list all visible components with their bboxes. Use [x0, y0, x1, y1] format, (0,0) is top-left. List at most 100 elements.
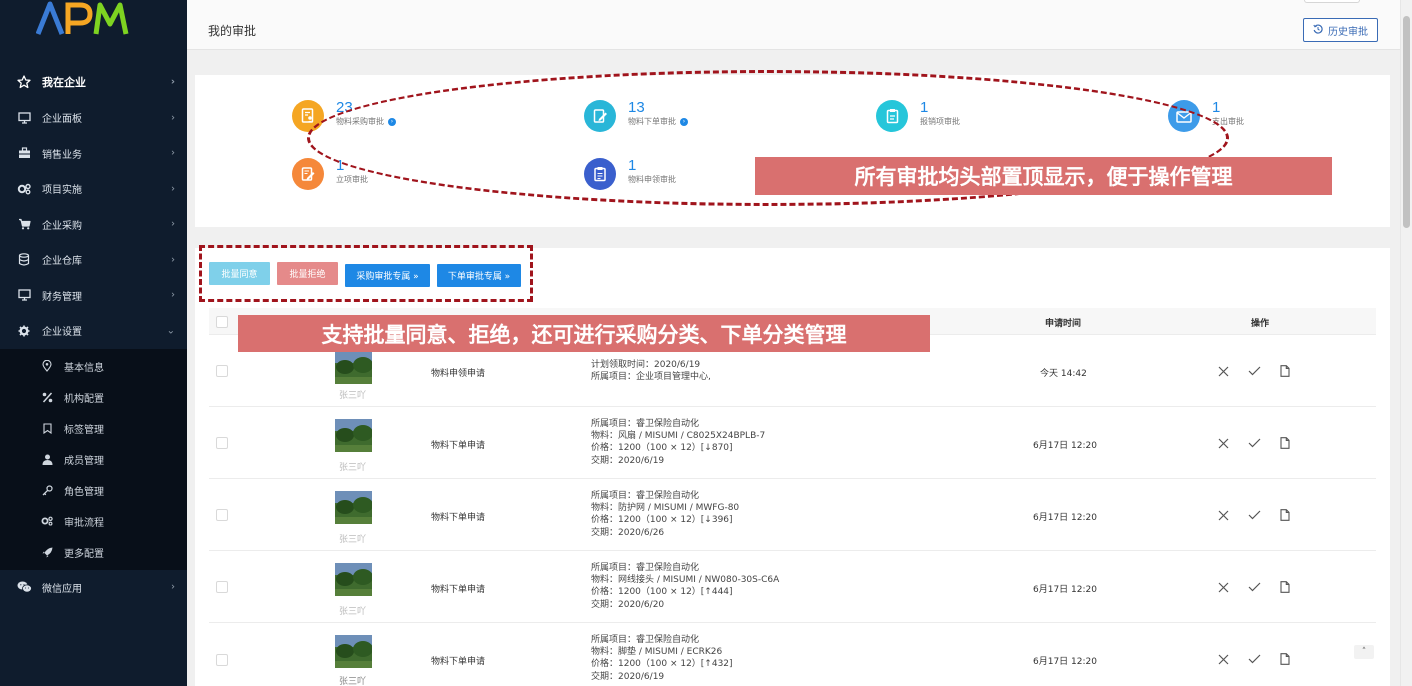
row-time: 6月17日 12:20 [1033, 657, 1097, 667]
submenu-item-label: 更多配置 [64, 548, 104, 560]
row-detail-line: 所属项目：睿卫保险自动化 [591, 563, 700, 573]
chevron-down-icon: ⌄ [166, 325, 175, 337]
row-checkbox[interactable] [216, 581, 228, 593]
row-detail-line: 价格：1200（100 × 12）[↓396] [591, 515, 733, 526]
detail-document-icon[interactable] [1278, 580, 1292, 594]
row-user-name: 张三吖 [339, 677, 367, 686]
avatar [335, 635, 372, 668]
row-type: 物料申领申请 [431, 369, 486, 379]
sidebar-item-sales[interactable]: 销售业务 › [0, 136, 187, 172]
row-checkbox[interactable] [216, 365, 228, 377]
approve-icon[interactable] [1247, 580, 1261, 594]
sidebar-item-dashboard[interactable]: 企业面板 › [0, 100, 187, 136]
back-to-top-button[interactable]: ˄ [1354, 645, 1374, 659]
page-scrollbar[interactable] [1400, 0, 1412, 686]
sidebar-item-label: 微信应用 [42, 583, 82, 595]
monitor-icon [16, 110, 32, 126]
history-button-label: 历史审批 [1328, 26, 1368, 38]
apm-logo-icon [36, 1, 129, 35]
table-row: 张三吖 物料下单申请 所属项目：睿卫保险自动化 物料：防护网 / MISUMI … [209, 479, 1376, 551]
reject-icon[interactable] [1216, 508, 1230, 522]
approve-icon[interactable] [1247, 436, 1261, 450]
reject-icon[interactable] [1216, 364, 1230, 378]
row-detail-line: 所属项目：睿卫保险自动化 [591, 491, 700, 501]
annotation-callout-top: 所有审批均头部置顶显示，便于操作管理 [755, 157, 1332, 195]
bookmark-icon [41, 422, 53, 434]
sidebar-item-label: 项目实施 [42, 185, 82, 197]
row-user-name: 张三吖 [339, 535, 367, 545]
chevron-right-icon: › [171, 254, 175, 266]
submenu-item-more-config[interactable]: 更多配置 [0, 537, 187, 568]
detail-document-icon[interactable] [1278, 508, 1292, 522]
chevron-right-icon: › [171, 218, 175, 230]
submenu-item-approval-flow[interactable]: 审批流程 [0, 506, 187, 537]
avatar [335, 351, 372, 384]
database-icon [16, 252, 32, 268]
submenu-item-roles[interactable]: 角色管理 [0, 475, 187, 506]
row-detail-line: 价格：1200（100 × 12）[↑444] [591, 587, 733, 598]
select-all-checkbox[interactable] [216, 316, 228, 328]
row-detail-line: 价格：1200（100 × 12）[↑432] [591, 659, 733, 670]
submenu-item-basic-info[interactable]: 基本信息 [0, 351, 187, 382]
chevron-right-icon: › [171, 289, 175, 301]
stat-label: 立项审批 [336, 175, 368, 184]
row-checkbox[interactable] [216, 437, 228, 449]
approve-icon[interactable] [1247, 508, 1261, 522]
chevron-right-icon: › [171, 147, 175, 159]
stat-label-row: 立项审批 [336, 174, 368, 185]
gears-icon [41, 515, 53, 527]
row-user-name: 张三吖 [339, 607, 367, 617]
row-detail-line: 物料：脚垫 / MISUMI / ECRK26 [591, 647, 723, 658]
stat-count: 1 [1212, 99, 1221, 116]
reject-icon[interactable] [1216, 652, 1230, 666]
sidebar-item-label: 企业面板 [42, 114, 82, 126]
sidebar-item-procurement[interactable]: 企业采购 › [0, 207, 187, 243]
row-detail-line: 交期：2020/6/19 [591, 671, 665, 682]
briefcase-icon [16, 145, 32, 161]
gear-icon [16, 323, 32, 339]
percent-icon [41, 391, 53, 403]
settings-submenu: 基本信息 机构配置 标签管理 成员管理 角色管理 审批流程 更多配置 [0, 348, 187, 570]
scrollbar-thumb[interactable] [1403, 16, 1410, 228]
row-detail-line: 计划领取时间：2020/6/19 [591, 360, 701, 370]
sidebar-item-projects[interactable]: 项目实施 › [0, 171, 187, 207]
row-detail-line: 物料：风扇 / MISUMI / C8025X24BPLB-7 [591, 431, 766, 442]
table-row: 张三吖 物料下单申请 所属项目：睿卫保险自动化 物料：脚垫 / MISUMI /… [209, 623, 1376, 686]
reject-icon[interactable] [1216, 580, 1230, 594]
chevron-right-icon: › [170, 76, 175, 88]
approve-icon[interactable] [1247, 364, 1261, 378]
row-detail-line: 交期：2020/6/19 [591, 455, 665, 466]
row-details: 所属项目：睿卫保险自动化 物料：防护网 / MISUMI / MWFG-80 价… [591, 490, 739, 539]
app-logo[interactable] [36, 0, 131, 40]
submenu-item-label: 角色管理 [64, 486, 104, 498]
sidebar-item-warehouse[interactable]: 企业仓库 › [0, 242, 187, 278]
detail-document-icon[interactable] [1278, 652, 1292, 666]
submenu-item-label: 基本信息 [64, 362, 104, 374]
sidebar-item-finance[interactable]: 财务管理 › [0, 278, 187, 314]
row-detail-line: 所属项目：睿卫保险自动化 [591, 419, 700, 429]
sidebar-item-my-enterprise[interactable]: 我在企业 › [0, 64, 187, 100]
reject-icon[interactable] [1216, 436, 1230, 450]
row-checkbox[interactable] [216, 654, 228, 666]
chevron-right-icon: › [171, 112, 175, 124]
top-dropdown-stub[interactable] [1304, 0, 1360, 3]
approve-icon[interactable] [1247, 652, 1261, 666]
row-detail-line: 所属项目：睿卫保险自动化 [591, 635, 700, 645]
detail-document-icon[interactable] [1278, 436, 1292, 450]
sidebar-item-wechat[interactable]: 微信应用 › [0, 570, 187, 606]
history-approval-button[interactable]: 历史审批 [1303, 18, 1378, 42]
row-user-name: 张三吖 [339, 391, 367, 401]
row-checkbox[interactable] [216, 509, 228, 521]
row-time: 6月17日 12:20 [1033, 585, 1097, 595]
user-icon [41, 453, 53, 465]
sidebar-item-settings[interactable]: 企业设置 ⌄ [0, 313, 187, 349]
sidebar-item-label: 企业采购 [42, 220, 82, 232]
chevron-right-icon: › [171, 183, 175, 195]
avatar [335, 491, 372, 524]
submenu-item-members[interactable]: 成员管理 [0, 444, 187, 475]
submenu-item-tags[interactable]: 标签管理 [0, 413, 187, 444]
key-icon [41, 484, 53, 496]
detail-document-icon[interactable] [1278, 364, 1292, 378]
submenu-item-org-config[interactable]: 机构配置 [0, 382, 187, 413]
row-time: 今天 14:42 [1040, 369, 1087, 379]
